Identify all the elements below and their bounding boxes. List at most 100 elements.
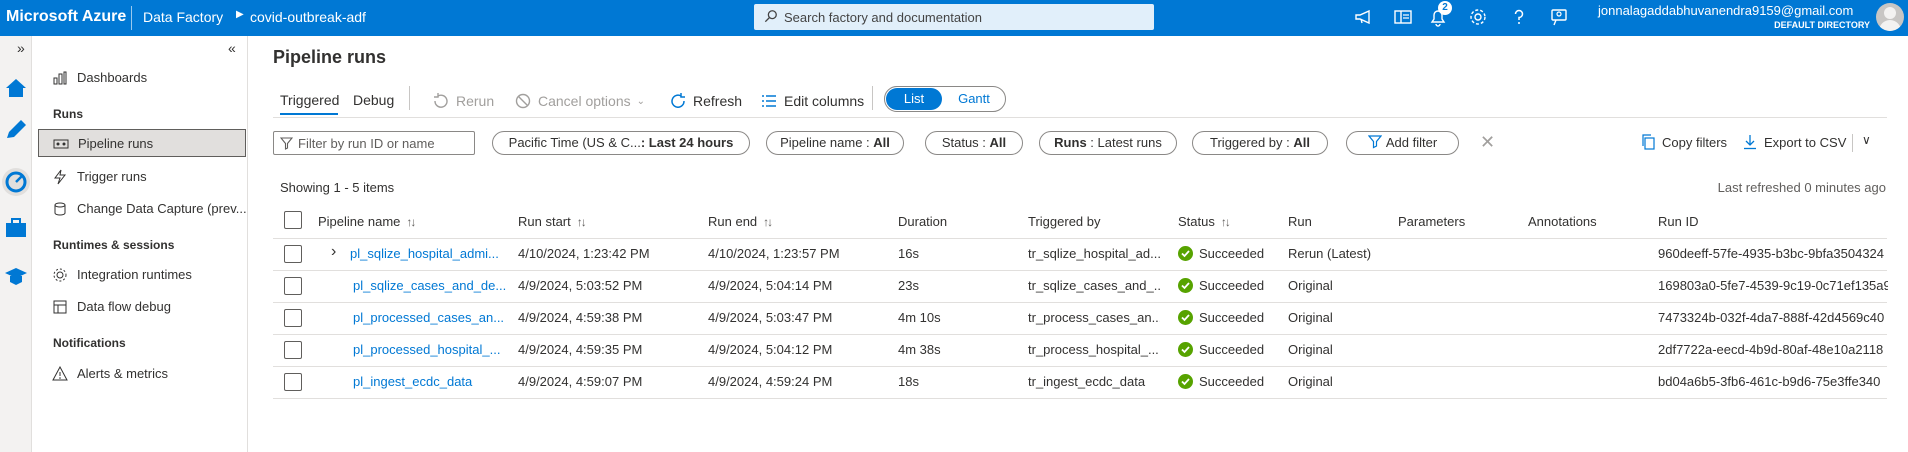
- status-text: Succeeded: [1199, 246, 1265, 261]
- filter-placeholder: Filter by run ID or name: [298, 136, 435, 151]
- user-avatar[interactable]: [1876, 3, 1904, 31]
- column-header-triggered-by[interactable]: Triggered by: [1028, 214, 1101, 229]
- runs-filter-pill[interactable]: Runs : Latest runs: [1039, 131, 1177, 155]
- row-checkbox[interactable]: [284, 341, 302, 359]
- expand-row-icon[interactable]: ›: [331, 243, 336, 261]
- sidebar-item-trigger-runs[interactable]: Trigger runs: [38, 163, 246, 191]
- column-label: Parameters: [1398, 214, 1466, 229]
- column-header-run-end[interactable]: Run end ↑↓: [708, 214, 773, 229]
- sidebar-item-change-data-capture[interactable]: Change Data Capture (prev...: [38, 195, 247, 223]
- column-header-annotations[interactable]: Annotations: [1528, 214, 1597, 229]
- view-toggle: List Gantt: [884, 86, 1006, 112]
- export-csv-button[interactable]: Export to CSV: [1742, 134, 1846, 150]
- column-header-run[interactable]: Run: [1288, 214, 1312, 229]
- collapse-sidebar-icon[interactable]: «: [228, 40, 236, 56]
- sidebar-item-dashboards[interactable]: Dashboards: [38, 64, 246, 92]
- column-label: Run end: [708, 214, 758, 229]
- triggered-by-filter-pill[interactable]: Triggered by : All: [1192, 131, 1328, 155]
- run-end: 4/9/2024, 5:04:14 PM: [708, 278, 833, 293]
- row-checkbox[interactable]: [284, 277, 302, 295]
- pipeline-name-link[interactable]: pl_processed_cases_an...: [353, 310, 513, 325]
- column-header-run-id[interactable]: Run ID: [1658, 214, 1698, 229]
- row-checkbox[interactable]: [284, 309, 302, 327]
- pipeline-name-link[interactable]: pl_ingest_ecdc_data: [353, 374, 513, 389]
- monitor-icon[interactable]: [2, 168, 30, 196]
- run-id[interactable]: bd04a6b5-3fb6-461c-b9d6-75e3ffe340: [1658, 374, 1888, 389]
- left-rail: »: [0, 36, 32, 452]
- run-id[interactable]: 169803a0-5fe7-4539-9c19-0c71ef135a9: [1658, 278, 1888, 293]
- brand-title[interactable]: Microsoft Azure: [6, 8, 126, 26]
- column-header-parameters[interactable]: Parameters: [1398, 214, 1465, 229]
- support-person-icon[interactable]: [1548, 6, 1572, 30]
- user-email[interactable]: jonnalagaddabhuvanendra9159@gmail.com: [1598, 3, 1853, 18]
- sidebar-item-pipeline-runs[interactable]: Pipeline runs: [38, 129, 246, 157]
- trigger-icon: [54, 169, 67, 185]
- success-check-icon: [1178, 342, 1193, 357]
- column-header-duration[interactable]: Duration: [898, 214, 947, 229]
- rerun-button[interactable]: Rerun: [432, 90, 494, 112]
- pencil-icon[interactable]: [2, 116, 30, 144]
- user-directory: DEFAULT DIRECTORY: [1774, 20, 1870, 30]
- help-question-icon[interactable]: [1508, 6, 1532, 30]
- sidebar-item-integration-runtimes[interactable]: Integration runtimes: [38, 261, 246, 289]
- time-filter-pill[interactable]: Pacific Time (US & C...: Last 24 hours: [492, 131, 750, 155]
- brand-divider: [131, 6, 132, 30]
- copy-filters-button[interactable]: Copy filters: [1640, 134, 1727, 150]
- rail-expand-icon[interactable]: »: [17, 40, 25, 56]
- triggered-filter-label: Triggered by :: [1210, 135, 1294, 150]
- run-end: 4/9/2024, 5:04:12 PM: [708, 342, 833, 357]
- edit-columns-button[interactable]: Edit columns: [760, 90, 864, 112]
- add-filter-button[interactable]: Add filter: [1346, 131, 1459, 155]
- sidebar-section-runtimes: Runtimes & sessions: [53, 238, 175, 252]
- tab-debug[interactable]: Debug: [353, 92, 394, 108]
- status-text: Succeeded: [1199, 342, 1265, 357]
- column-label: Annotations: [1528, 214, 1597, 229]
- pipeline-runs-icon: [53, 139, 69, 149]
- sidebar-item-data-flow-debug[interactable]: Data flow debug: [38, 293, 246, 321]
- active-tab-indicator: [280, 113, 338, 115]
- settings-gear-icon[interactable]: [1467, 6, 1491, 30]
- column-label: Status: [1178, 214, 1215, 229]
- chevron-down-icon[interactable]: ∨: [1862, 133, 1871, 147]
- breadcrumb-factory-name[interactable]: covid-outbreak-adf: [250, 9, 366, 25]
- home-icon[interactable]: [2, 74, 30, 102]
- clear-filters-icon[interactable]: ✕: [1480, 132, 1495, 153]
- status-filter-pill[interactable]: Status : All: [925, 131, 1023, 155]
- row-checkbox[interactable]: [284, 245, 302, 263]
- sort-icon: ↑↓: [763, 215, 773, 229]
- pipeline-name-link[interactable]: pl_sqlize_hospital_admi...: [350, 246, 510, 261]
- view-list-button[interactable]: List: [886, 88, 942, 110]
- toolbar-bottom-border: [273, 117, 1887, 118]
- add-filter-icon: [1367, 135, 1383, 149]
- row-checkbox[interactable]: [284, 373, 302, 391]
- column-label: Duration: [898, 214, 948, 229]
- toolbox-icon[interactable]: [2, 214, 30, 242]
- feedback-megaphone-icon[interactable]: [1353, 6, 1377, 30]
- run-start: 4/9/2024, 4:59:38 PM: [518, 310, 643, 325]
- run-filter-input[interactable]: Filter by run ID or name: [273, 131, 475, 155]
- switch-directory-icon[interactable]: [1392, 6, 1416, 30]
- column-header-status[interactable]: Status ↑↓: [1178, 214, 1231, 229]
- pipeline-name-filter-pill[interactable]: Pipeline name : All: [766, 131, 904, 155]
- pipeline-name-link[interactable]: pl_sqlize_cases_and_de...: [353, 278, 513, 293]
- breadcrumb-data-factory[interactable]: Data Factory: [143, 9, 223, 25]
- notification-count-badge: 2: [1438, 1, 1452, 15]
- cancel-options-button[interactable]: Cancel options ⌄: [514, 90, 645, 112]
- learning-icon[interactable]: [2, 262, 30, 290]
- select-all-checkbox[interactable]: [284, 211, 302, 229]
- rerun-icon: [434, 93, 448, 108]
- sidebar-item-label: Dashboards: [77, 70, 148, 85]
- column-header-pipeline-name[interactable]: Pipeline name ↑↓: [318, 214, 416, 229]
- view-gantt-button[interactable]: Gantt: [945, 88, 1003, 110]
- status-text: Succeeded: [1199, 374, 1265, 389]
- column-header-run-start[interactable]: Run start ↑↓: [518, 214, 587, 229]
- run-id[interactable]: 2df7722a-eecd-4b9d-80af-48e10a2118: [1658, 342, 1888, 357]
- run-id[interactable]: 960deeff-57fe-4935-b3bc-9bfa3504324: [1658, 246, 1888, 261]
- sidebar-item-alerts-metrics[interactable]: Alerts & metrics: [38, 360, 246, 388]
- run-id[interactable]: 7473324b-032f-4da7-888f-42d4569c40: [1658, 310, 1888, 325]
- refresh-button[interactable]: Refresh: [669, 90, 742, 112]
- pipeline-name-link[interactable]: pl_processed_hospital_...: [353, 342, 513, 357]
- global-search[interactable]: Search factory and documentation: [754, 4, 1154, 30]
- tab-triggered[interactable]: Triggered: [280, 92, 339, 108]
- toolbar-divider: [872, 86, 873, 110]
